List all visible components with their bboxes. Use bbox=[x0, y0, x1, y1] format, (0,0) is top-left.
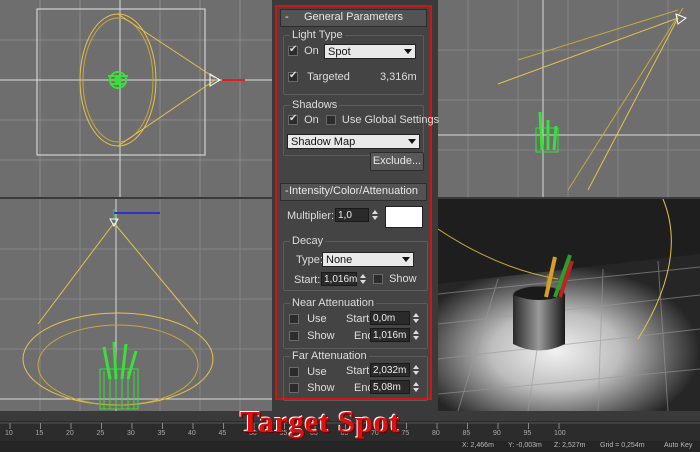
multiplier-field[interactable]: 1,0 bbox=[335, 208, 369, 222]
auto-key-button[interactable]: Auto Key bbox=[664, 442, 692, 449]
collapse-icon: - bbox=[285, 11, 289, 23]
decay-show-label: Show bbox=[389, 273, 417, 285]
far-use-checkbox[interactable] bbox=[289, 367, 299, 378]
time-tick-label: 90 bbox=[493, 430, 501, 437]
far-start-field[interactable]: 2,032m bbox=[370, 363, 410, 377]
light-type-title: Light Type bbox=[290, 29, 345, 41]
y-coordinate[interactable]: Y: -0,003m bbox=[508, 442, 542, 449]
dropdown-arrow-icon bbox=[408, 139, 416, 144]
targeted-checkbox[interactable] bbox=[288, 70, 298, 83]
decay-title: Decay bbox=[290, 235, 326, 247]
decay-group: Decay Type: None Start: 1,016m Show bbox=[283, 235, 428, 291]
time-tick-label: 10 bbox=[5, 430, 13, 437]
shadows-group: Shadows On Use Global Settings Shadow Ma… bbox=[283, 99, 439, 156]
decay-show-checkbox[interactable] bbox=[373, 274, 383, 285]
time-tick-label: 15 bbox=[35, 430, 44, 437]
grid-size: Grid = 0,254m bbox=[600, 442, 645, 449]
decay-type-label: Type: bbox=[296, 254, 323, 266]
targeted-label: Targeted bbox=[307, 71, 350, 83]
exclude-button[interactable]: Exclude... bbox=[370, 152, 424, 171]
far-end-spinner[interactable] bbox=[412, 380, 420, 394]
time-tick-label: 100 bbox=[554, 430, 566, 437]
time-tick-label: 85 bbox=[462, 430, 471, 437]
time-tick-label: 75 bbox=[401, 430, 410, 437]
far-show-label: Show bbox=[307, 382, 335, 394]
viewport-perspective-drawing bbox=[438, 199, 700, 411]
near-show-checkbox[interactable] bbox=[289, 331, 299, 342]
shadow-type-value: Shadow Map bbox=[291, 136, 356, 148]
near-start-spinner[interactable] bbox=[412, 311, 420, 325]
near-end-field[interactable]: 1,016m bbox=[370, 328, 410, 342]
far-show-checkbox[interactable] bbox=[289, 383, 299, 394]
time-tick-label: 45 bbox=[218, 430, 227, 437]
light-on-checkbox[interactable] bbox=[288, 44, 298, 57]
intensity-title: Intensity/Color/Attenuation bbox=[288, 185, 419, 197]
far-end-field[interactable]: 5,08m bbox=[370, 380, 410, 394]
general-parameters-title: General Parameters bbox=[303, 11, 404, 23]
far-attenuation-title: Far Attenuation bbox=[290, 350, 369, 362]
shadows-title: Shadows bbox=[290, 99, 340, 111]
multiplier-spinner[interactable] bbox=[371, 208, 379, 222]
viewport-front-drawing bbox=[0, 199, 272, 411]
time-tick-label: 35 bbox=[157, 430, 166, 437]
shadow-type-dropdown[interactable]: Shadow Map bbox=[287, 134, 420, 149]
near-start-label: Start: bbox=[346, 313, 373, 325]
time-tick-label: 30 bbox=[127, 430, 135, 437]
viewport-left[interactable] bbox=[438, 0, 700, 197]
time-tick-label: 25 bbox=[96, 430, 105, 437]
light-type-value: Spot bbox=[328, 46, 351, 58]
command-panel: - General Parameters Light Type On Spot … bbox=[275, 5, 439, 401]
time-tick-label: 40 bbox=[188, 430, 196, 437]
viewport-perspective[interactable] bbox=[438, 199, 700, 411]
near-use-checkbox[interactable] bbox=[289, 314, 299, 325]
time-tick-label: 20 bbox=[66, 430, 74, 437]
viewport-front[interactable] bbox=[0, 199, 272, 411]
target-distance: 3,316m bbox=[380, 71, 417, 83]
decay-type-dropdown[interactable]: None bbox=[322, 252, 414, 267]
use-global-settings-checkbox[interactable] bbox=[325, 115, 336, 126]
intensity-rollout-header[interactable]: - Intensity/Color/Attenuation bbox=[280, 183, 427, 201]
far-use-label: Use bbox=[307, 366, 327, 378]
far-start-label: Start: bbox=[346, 365, 373, 377]
viewport-top[interactable] bbox=[0, 0, 272, 197]
far-start-spinner[interactable] bbox=[412, 363, 420, 377]
shadows-on-checkbox[interactable] bbox=[288, 113, 298, 126]
light-color-swatch[interactable] bbox=[385, 206, 423, 228]
near-attenuation-group: Near Attenuation Use Show Start: 0,0m En… bbox=[283, 297, 428, 349]
use-global-settings-label: Use Global Settings bbox=[341, 114, 440, 126]
collapse-icon: - bbox=[285, 185, 289, 197]
light-on-label: On bbox=[304, 45, 319, 57]
x-coordinate[interactable]: X: 2,466m bbox=[462, 442, 494, 449]
caption-title: Target Spot bbox=[240, 404, 401, 439]
near-end-spinner[interactable] bbox=[412, 328, 420, 342]
light-type-dropdown[interactable]: Spot bbox=[324, 44, 416, 59]
light-type-group: Light Type On Spot Targeted 3,316m bbox=[283, 29, 424, 95]
dropdown-arrow-icon bbox=[402, 257, 410, 262]
shadows-on-label: On bbox=[304, 114, 319, 126]
near-use-label: Use bbox=[307, 313, 327, 325]
status-bar: X: 2,466m Y: -0,003m Z: 2,527m Grid = 0,… bbox=[0, 441, 700, 452]
general-parameters-rollout-header[interactable]: - General Parameters bbox=[280, 9, 427, 27]
near-attenuation-title: Near Attenuation bbox=[290, 297, 376, 309]
near-show-label: Show bbox=[307, 330, 335, 342]
z-coordinate[interactable]: Z: 2,527m bbox=[554, 442, 586, 449]
far-attenuation-group: Far Attenuation Use Show Start: 2,032m E… bbox=[283, 350, 428, 401]
near-start-field[interactable]: 0,0m bbox=[370, 311, 410, 325]
time-tick-label: 95 bbox=[523, 430, 532, 437]
decay-start-spinner[interactable] bbox=[359, 272, 367, 286]
decay-type-value: None bbox=[326, 254, 353, 266]
time-tick-label: 80 bbox=[432, 430, 440, 437]
multiplier-label: Multiplier: bbox=[287, 210, 335, 222]
decay-start-label: Start: bbox=[294, 274, 321, 286]
viewport-top-drawing bbox=[0, 0, 272, 197]
viewport-left-drawing bbox=[438, 0, 700, 197]
decay-start-field[interactable]: 1,016m bbox=[321, 272, 357, 286]
dropdown-arrow-icon bbox=[404, 49, 412, 54]
